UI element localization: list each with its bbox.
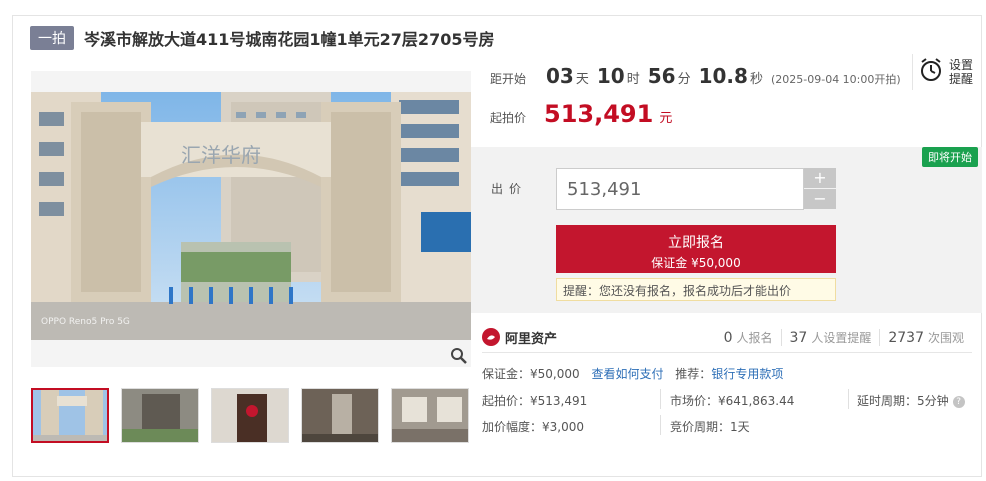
alarm-clock-icon <box>919 57 943 87</box>
delay-period-row: 延时周期：5分钟? <box>857 392 965 409</box>
deposit-label: 保证金 ¥50,000 <box>651 256 741 270</box>
start-price-value: 513,491 <box>544 100 654 128</box>
increase-bid-button[interactable]: + <box>804 168 836 188</box>
bid-period-info: 竞价周期：1天 <box>670 420 750 434</box>
countdown-minutes-unit: 分 <box>677 72 691 87</box>
photo-watermark: OPPO Reno5 Pro 5G <box>41 317 130 327</box>
image-gallery: 汇洋华府 OPPO Reno5 Pro 5G <box>31 71 471 367</box>
building-sign: 汇洋华府 <box>181 143 261 167</box>
countdown-hours-unit: 时 <box>626 72 640 87</box>
platform-row: 阿里资产 0 人报名 37 人设置提醒 2737 次围观 <box>482 323 972 351</box>
countdown-start-time: (2025-09-04 10:00开拍) <box>770 73 901 86</box>
signup-button[interactable]: 立即报名 保证金 ¥50,000 <box>556 225 836 273</box>
view-count-label: 次围观 <box>927 330 964 345</box>
countdown-seconds: 10.8 <box>698 64 748 88</box>
status-badge: 即将开始 <box>922 147 978 167</box>
remind-line-1: 设置 <box>949 58 974 72</box>
thumbnail-1[interactable] <box>31 388 109 443</box>
start-price-unit: 元 <box>659 111 673 126</box>
start-price-label: 起拍价 <box>490 111 527 125</box>
recommend-label: 推荐： <box>675 367 712 381</box>
signup-count: 0 <box>723 329 733 346</box>
set-reminder-button[interactable]: 设置 提醒 <box>912 54 982 90</box>
start-price-row: 起拍价 513,491 元 <box>490 100 672 128</box>
help-icon[interactable]: ? <box>952 395 965 408</box>
bid-label: 出价 <box>491 182 528 196</box>
market-price-info: 市场价：¥641,863.44 <box>670 394 795 408</box>
column-divider <box>848 389 849 409</box>
remind-line-2: 提醒 <box>949 72 974 86</box>
countdown-hours: 10 <box>596 64 625 88</box>
signup-count-label: 人报名 <box>736 330 773 345</box>
reminder-count: 37 <box>789 329 808 346</box>
platform-name: 阿里资产 <box>505 331 558 347</box>
countdown-days-unit: 天 <box>575 72 589 87</box>
ali-logo-icon <box>482 328 500 346</box>
platform-logo[interactable]: 阿里资产 <box>482 328 557 347</box>
title-row: 一拍 岑溪市解放大道411号城南花园1幢1单元27层2705号房 <box>30 26 494 50</box>
stats: 0 人报名 37 人设置提醒 2737 次围观 <box>716 328 972 346</box>
countdown: 距开始 03 天 10 时 56 分 10.8 秒 (2025-09-04 10… <box>490 64 901 88</box>
signup-tip: 提醒：您还没有报名，报名成功后才能出价 <box>556 278 836 301</box>
countdown-days: 03 <box>546 64 574 88</box>
column-divider <box>660 389 661 409</box>
countdown-seconds-unit: 秒 <box>749 72 763 87</box>
column-divider <box>660 415 661 435</box>
bank-account-link[interactable]: 银行专用款项 <box>711 367 783 381</box>
thumbnail-strip <box>31 388 469 443</box>
how-to-pay-link[interactable]: 查看如何支付 <box>591 367 663 381</box>
start-price-info: 起拍价：¥513,491 <box>482 394 588 408</box>
view-count: 2737 <box>888 329 924 346</box>
delay-period-info: 延时周期：5分钟 <box>857 394 949 408</box>
property-title: 岑溪市解放大道411号城南花园1幢1单元27层2705号房 <box>84 30 495 49</box>
countdown-minutes: 56 <box>647 64 676 88</box>
increment-info: 加价幅度：¥3,000 <box>482 420 584 434</box>
deposit-row: 保证金：¥50,000 查看如何支付 推荐：银行专用款项 <box>482 365 783 382</box>
thumbnail-3[interactable] <box>211 388 289 443</box>
main-photo[interactable]: 汇洋华府 OPPO Reno5 Pro 5G <box>31 92 471 340</box>
bid-panel: 即将开始 出价 513,491 + − 立即报名 保证金 ¥50,000 提醒：… <box>471 147 982 313</box>
auction-round-badge: 一拍 <box>30 26 74 50</box>
deposit-info: 保证金：¥50,000 <box>482 367 580 381</box>
decrease-bid-button[interactable]: − <box>804 189 836 209</box>
countdown-label: 距开始 <box>490 72 527 86</box>
signup-label: 立即报名 <box>668 235 724 251</box>
reminder-count-label: 人设置提醒 <box>811 330 872 345</box>
thumbnail-5[interactable] <box>391 388 469 443</box>
thumbnail-4[interactable] <box>301 388 379 443</box>
bid-amount-input[interactable]: 513,491 <box>556 168 804 210</box>
zoom-icon[interactable] <box>450 347 470 367</box>
thumbnail-2[interactable] <box>121 388 199 443</box>
divider <box>482 352 972 353</box>
